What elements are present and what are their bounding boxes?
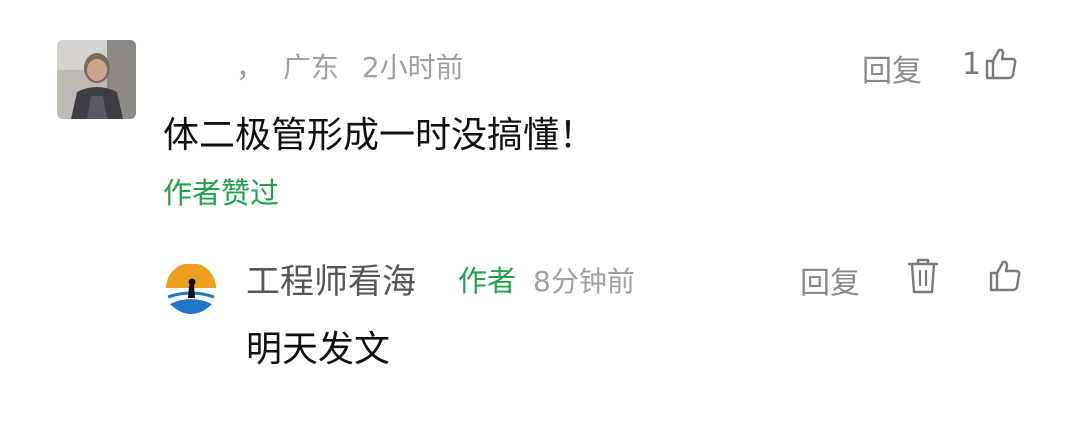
author-badge: 作者 — [458, 264, 517, 298]
comment-name-fragment: ， — [236, 51, 265, 84]
author-liked-label: 作者赞过 — [163, 176, 280, 210]
author-name[interactable]: 工程师看海 — [246, 254, 416, 303]
thumbs-up-icon — [985, 48, 1017, 80]
reply-text: 明天发文 — [246, 329, 391, 370]
author-logo-icon — [164, 263, 218, 320]
comment-location: 广东 — [282, 51, 339, 84]
thumbs-up-icon — [989, 260, 1021, 292]
comment-time: 2小时前 — [361, 51, 464, 84]
user-avatar[interactable] — [57, 40, 136, 119]
like-count: 1 — [962, 46, 982, 82]
like-button[interactable] — [987, 256, 1023, 296]
delete-button[interactable] — [905, 256, 941, 296]
like-button[interactable]: 1 — [962, 44, 1019, 84]
reply-button[interactable]: 回复 — [862, 46, 922, 90]
reply-time: 8分钟前 — [533, 265, 635, 298]
comment-text: 体二极管形成一时没搞懂！ — [163, 115, 596, 156]
author-avatar[interactable] — [162, 263, 220, 322]
author-reply-item: 工程师看海 作者 8分钟前 回复 明天发文 — [0, 240, 1080, 440]
user-avatar-image — [57, 40, 136, 119]
trash-icon — [907, 258, 939, 294]
comment-meta: ， 广东 2小时前 — [236, 46, 464, 86]
comment-item: ， 广东 2小时前 回复 1 体二极管形成一时没搞懂！ 作者赞过 — [0, 0, 1080, 230]
reply-button[interactable]: 回复 — [800, 258, 860, 302]
